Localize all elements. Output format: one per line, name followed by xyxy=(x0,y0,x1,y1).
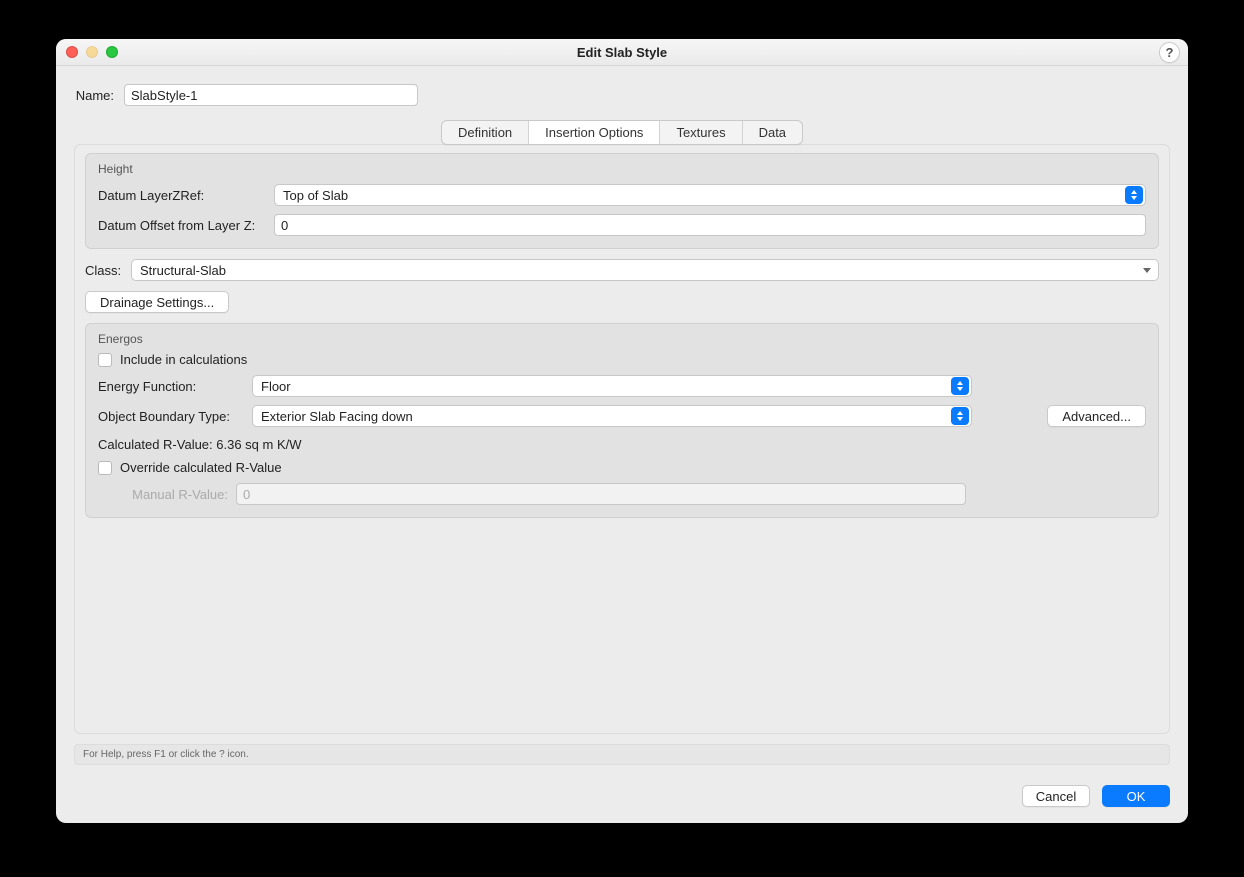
class-select-value: Structural-Slab xyxy=(140,263,226,278)
energos-group: Energos Include in calculations Energy F… xyxy=(85,323,1159,518)
tabs-group: Definition Insertion Options Textures Da… xyxy=(441,120,803,145)
include-checkbox[interactable] xyxy=(98,353,112,367)
include-label: Include in calculations xyxy=(120,352,247,367)
datum-select[interactable]: Top of Slab xyxy=(274,184,1146,206)
traffic-lights xyxy=(66,46,118,58)
close-icon[interactable] xyxy=(66,46,78,58)
class-label: Class: xyxy=(85,263,123,278)
class-row: Class: Structural-Slab xyxy=(85,259,1159,281)
offset-row: Datum Offset from Layer Z: xyxy=(98,214,1146,236)
height-group-title: Height xyxy=(98,162,1146,176)
energy-fn-label: Energy Function: xyxy=(98,379,244,394)
offset-input[interactable] xyxy=(274,214,1146,236)
drainage-settings-button[interactable]: Drainage Settings... xyxy=(85,291,229,313)
name-label: Name: xyxy=(74,88,114,103)
dialog-window: Edit Slab Style ? Name: Definition Inser… xyxy=(56,39,1188,823)
maximize-icon[interactable] xyxy=(106,46,118,58)
help-statusbar: For Help, press F1 or click the ? icon. xyxy=(74,744,1170,765)
energy-fn-value: Floor xyxy=(261,379,291,394)
override-checkbox[interactable] xyxy=(98,461,112,475)
manual-r-value-input xyxy=(236,483,966,505)
offset-label: Datum Offset from Layer Z: xyxy=(98,218,266,233)
tab-bar: Definition Insertion Options Textures Da… xyxy=(74,120,1170,145)
chevron-updown-icon xyxy=(951,407,969,425)
energy-fn-select[interactable]: Floor xyxy=(252,375,972,397)
boundary-row: Object Boundary Type: Exterior Slab Faci… xyxy=(98,405,1146,427)
manual-label: Manual R-Value: xyxy=(126,487,228,502)
tab-panel: Height Datum LayerZRef: Top of Slab Datu… xyxy=(74,144,1170,734)
datum-select-value: Top of Slab xyxy=(283,188,348,203)
energy-fn-row: Energy Function: Floor xyxy=(98,375,1146,397)
advanced-button[interactable]: Advanced... xyxy=(1047,405,1146,427)
footer: Cancel OK xyxy=(74,785,1170,807)
titlebar: Edit Slab Style ? xyxy=(56,39,1188,66)
boundary-select[interactable]: Exterior Slab Facing down xyxy=(252,405,972,427)
minimize-icon xyxy=(86,46,98,58)
include-row: Include in calculations xyxy=(98,352,1146,367)
datum-label: Datum LayerZRef: xyxy=(98,188,266,203)
window-title: Edit Slab Style xyxy=(577,45,667,60)
name-input[interactable] xyxy=(124,84,418,106)
cancel-button[interactable]: Cancel xyxy=(1022,785,1090,807)
chevron-updown-icon xyxy=(951,377,969,395)
override-row: Override calculated R-Value xyxy=(98,460,1146,475)
ok-button[interactable]: OK xyxy=(1102,785,1170,807)
boundary-label: Object Boundary Type: xyxy=(98,409,244,424)
help-button[interactable]: ? xyxy=(1159,42,1180,63)
datum-row: Datum LayerZRef: Top of Slab xyxy=(98,184,1146,206)
calculated-r-value: Calculated R-Value: 6.36 sq m K/W xyxy=(98,437,1146,452)
override-label: Override calculated R-Value xyxy=(120,460,282,475)
tab-data[interactable]: Data xyxy=(743,121,802,144)
boundary-value: Exterior Slab Facing down xyxy=(261,409,413,424)
chevron-updown-icon xyxy=(1125,186,1143,204)
height-group: Height Datum LayerZRef: Top of Slab Datu… xyxy=(85,153,1159,249)
class-select[interactable]: Structural-Slab xyxy=(131,259,1159,281)
tab-textures[interactable]: Textures xyxy=(660,121,742,144)
chevron-down-icon xyxy=(1138,261,1156,279)
energos-group-title: Energos xyxy=(98,332,1146,346)
manual-row: Manual R-Value: xyxy=(126,483,1146,505)
tab-definition[interactable]: Definition xyxy=(442,121,529,144)
tab-insertion-options[interactable]: Insertion Options xyxy=(529,121,660,144)
content-area: Name: Definition Insertion Options Textu… xyxy=(56,66,1188,823)
name-row: Name: xyxy=(74,84,1170,106)
